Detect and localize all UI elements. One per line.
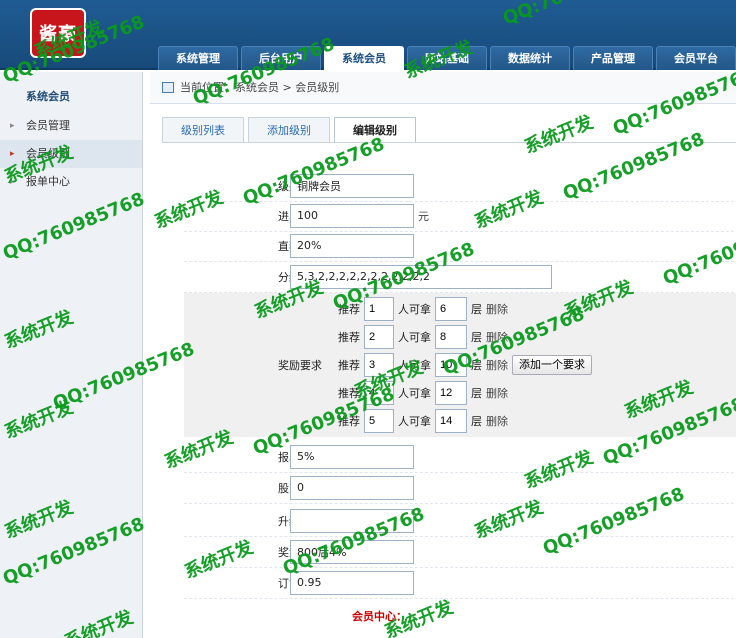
nav-system-members[interactable]: 系统会员 bbox=[324, 46, 404, 70]
recommend-input[interactable] bbox=[290, 233, 414, 258]
nav-statistics[interactable]: 数据统计 bbox=[490, 46, 570, 70]
level-name-input[interactable] bbox=[290, 173, 414, 198]
top-header: 酱豪 系统管理 后台用户 系统会员 网站基础 数据统计 产品管理 会员平台 bbox=[0, 0, 736, 70]
sidebar-item-label: 会员管理 bbox=[26, 119, 70, 132]
floor-count-input[interactable] bbox=[435, 381, 467, 405]
breadcrumb: 当前位置：系统会员 > 会员级别 bbox=[150, 72, 736, 104]
sidebar-item-label: 报单中心 bbox=[26, 175, 70, 188]
floor-count-input[interactable] bbox=[435, 325, 467, 349]
nav-system-admin[interactable]: 系统管理 bbox=[158, 46, 238, 70]
upgrade-label: 升级提成 bbox=[184, 513, 322, 529]
requirement-row: 推荐 人可拿 层 删除 bbox=[338, 297, 508, 321]
shareholder-label: 股东奖励 bbox=[184, 480, 322, 496]
brand-logo: 酱豪 bbox=[30, 8, 86, 58]
floor-text: 层 bbox=[471, 415, 482, 428]
floor-count-input[interactable] bbox=[435, 409, 467, 433]
discount-input[interactable] bbox=[290, 570, 414, 595]
people-text: 人可拿 bbox=[398, 331, 431, 344]
requirement-row: 推荐 人可拿 层 删除 bbox=[338, 381, 508, 405]
recommend-count-input[interactable] bbox=[364, 381, 394, 405]
floor-text: 层 bbox=[471, 303, 482, 316]
delete-link[interactable]: 删除 bbox=[486, 413, 508, 429]
dividend-row: 分红奖励 bbox=[184, 261, 736, 293]
recommend-label: 直荐奖励 bbox=[184, 238, 322, 254]
price-label: 进单价格 bbox=[184, 208, 322, 224]
shareholder-input[interactable] bbox=[290, 475, 414, 500]
order-reward-input[interactable] bbox=[290, 444, 414, 469]
delete-link[interactable]: 删除 bbox=[486, 329, 508, 345]
price-unit: 元 bbox=[418, 209, 429, 223]
recommend-count-input[interactable] bbox=[364, 353, 394, 377]
discount-label: 订货折扣 bbox=[184, 575, 322, 591]
order-reward-label: 报单奖励 bbox=[184, 449, 322, 465]
tax-row: 奖金税费 bbox=[184, 536, 736, 568]
recommend-text: 推荐 bbox=[338, 331, 360, 344]
recommend-count-input[interactable] bbox=[364, 297, 394, 321]
nav-member-platform[interactable]: 会员平台 bbox=[656, 46, 736, 70]
level-name-row: 级别名称 bbox=[184, 170, 736, 202]
member-center-label: 会员中心： bbox=[352, 610, 407, 623]
chevron-right-icon: ▸ bbox=[10, 149, 15, 159]
recommend-count-input[interactable] bbox=[364, 325, 394, 349]
nav-backend-users[interactable]: 后台用户 bbox=[241, 46, 321, 70]
people-text: 人可拿 bbox=[398, 415, 431, 428]
sidebar-item-member-level[interactable]: ▸ 会员级别 bbox=[0, 140, 142, 168]
recommend-text: 推荐 bbox=[338, 415, 360, 428]
nav-products[interactable]: 产品管理 bbox=[573, 46, 653, 70]
requirement-row: 推荐 人可拿 层 删除 bbox=[338, 409, 508, 433]
people-text: 人可拿 bbox=[398, 387, 431, 400]
sidebar-item-order-center[interactable]: ▸ 报单中心 bbox=[0, 168, 142, 196]
tab-bar: 级别列表 添加级别 编辑级别 bbox=[162, 117, 416, 142]
tab-add-level[interactable]: 添加级别 bbox=[248, 117, 330, 142]
reward-requirements: 奖励要求 推荐 人可拿 层 删除 推荐 人可拿 层 删除 推荐 人可拿 bbox=[184, 293, 736, 437]
add-requirement-button[interactable]: 添加一个要求 bbox=[512, 355, 592, 375]
sidebar-item-member-management[interactable]: ▸ 会员管理 bbox=[0, 112, 142, 140]
dividend-label: 分红奖励 bbox=[184, 269, 322, 285]
tab-edit-level[interactable]: 编辑级别 bbox=[334, 117, 416, 142]
chevron-right-icon: ▸ bbox=[10, 121, 15, 131]
main-content: 当前位置：系统会员 > 会员级别 级别列表 添加级别 编辑级别 级别名称 进单价… bbox=[150, 72, 736, 638]
requirement-row: 推荐 人可拿 层 删除 bbox=[338, 325, 508, 349]
nav-site-basics[interactable]: 网站基础 bbox=[407, 46, 487, 70]
reward-req-label: 奖励要求 bbox=[278, 359, 322, 372]
delete-link[interactable]: 删除 bbox=[486, 357, 508, 373]
chevron-right-icon: ▸ bbox=[10, 177, 15, 187]
requirement-row: 推荐 人可拿 层 删除 添加一个要求 bbox=[338, 353, 592, 377]
recommend-text: 推荐 bbox=[338, 387, 360, 400]
delete-link[interactable]: 删除 bbox=[486, 301, 508, 317]
recommend-text: 推荐 bbox=[338, 303, 360, 316]
discount-row: 订货折扣 bbox=[184, 567, 736, 599]
people-text: 人可拿 bbox=[398, 359, 431, 372]
breadcrumb-text: 当前位置：系统会员 > 会员级别 bbox=[180, 80, 340, 94]
edit-form: 级别名称 进单价格 元 直荐奖励 分红奖励 奖励要求 推荐 人可拿 层 删除 bbox=[162, 142, 736, 638]
delete-link[interactable]: 删除 bbox=[486, 385, 508, 401]
dividend-input[interactable] bbox=[290, 264, 552, 289]
people-text: 人可拿 bbox=[398, 303, 431, 316]
tab-level-list[interactable]: 级别列表 bbox=[162, 117, 244, 142]
floor-text: 层 bbox=[471, 331, 482, 344]
recommend-count-input[interactable] bbox=[364, 409, 394, 433]
main-nav: 系统管理 后台用户 系统会员 网站基础 数据统计 产品管理 会员平台 bbox=[158, 46, 736, 70]
sidebar-item-label: 会员级别 bbox=[26, 147, 70, 160]
floor-count-input[interactable] bbox=[435, 353, 467, 377]
upgrade-row: 升级提成 bbox=[184, 505, 736, 537]
recommend-text: 推荐 bbox=[338, 359, 360, 372]
tax-label: 奖金税费 bbox=[184, 544, 322, 560]
recommend-row: 直荐奖励 bbox=[184, 230, 736, 262]
shareholder-row: 股东奖励 bbox=[184, 472, 736, 504]
order-reward-row: 报单奖励 bbox=[184, 441, 736, 473]
sidebar: 系统会员 ▸ 会员管理 ▸ 会员级别 ▸ 报单中心 bbox=[0, 72, 143, 638]
window-icon bbox=[162, 82, 174, 93]
level-name-label: 级别名称 bbox=[184, 178, 322, 194]
floor-count-input[interactable] bbox=[435, 297, 467, 321]
floor-text: 层 bbox=[471, 387, 482, 400]
floor-text: 层 bbox=[471, 359, 482, 372]
price-row: 进单价格 元 bbox=[184, 200, 736, 232]
tax-input[interactable] bbox=[290, 539, 414, 564]
sidebar-title: 系统会员 bbox=[26, 90, 70, 103]
price-input[interactable] bbox=[290, 203, 414, 228]
upgrade-input[interactable] bbox=[290, 508, 414, 533]
